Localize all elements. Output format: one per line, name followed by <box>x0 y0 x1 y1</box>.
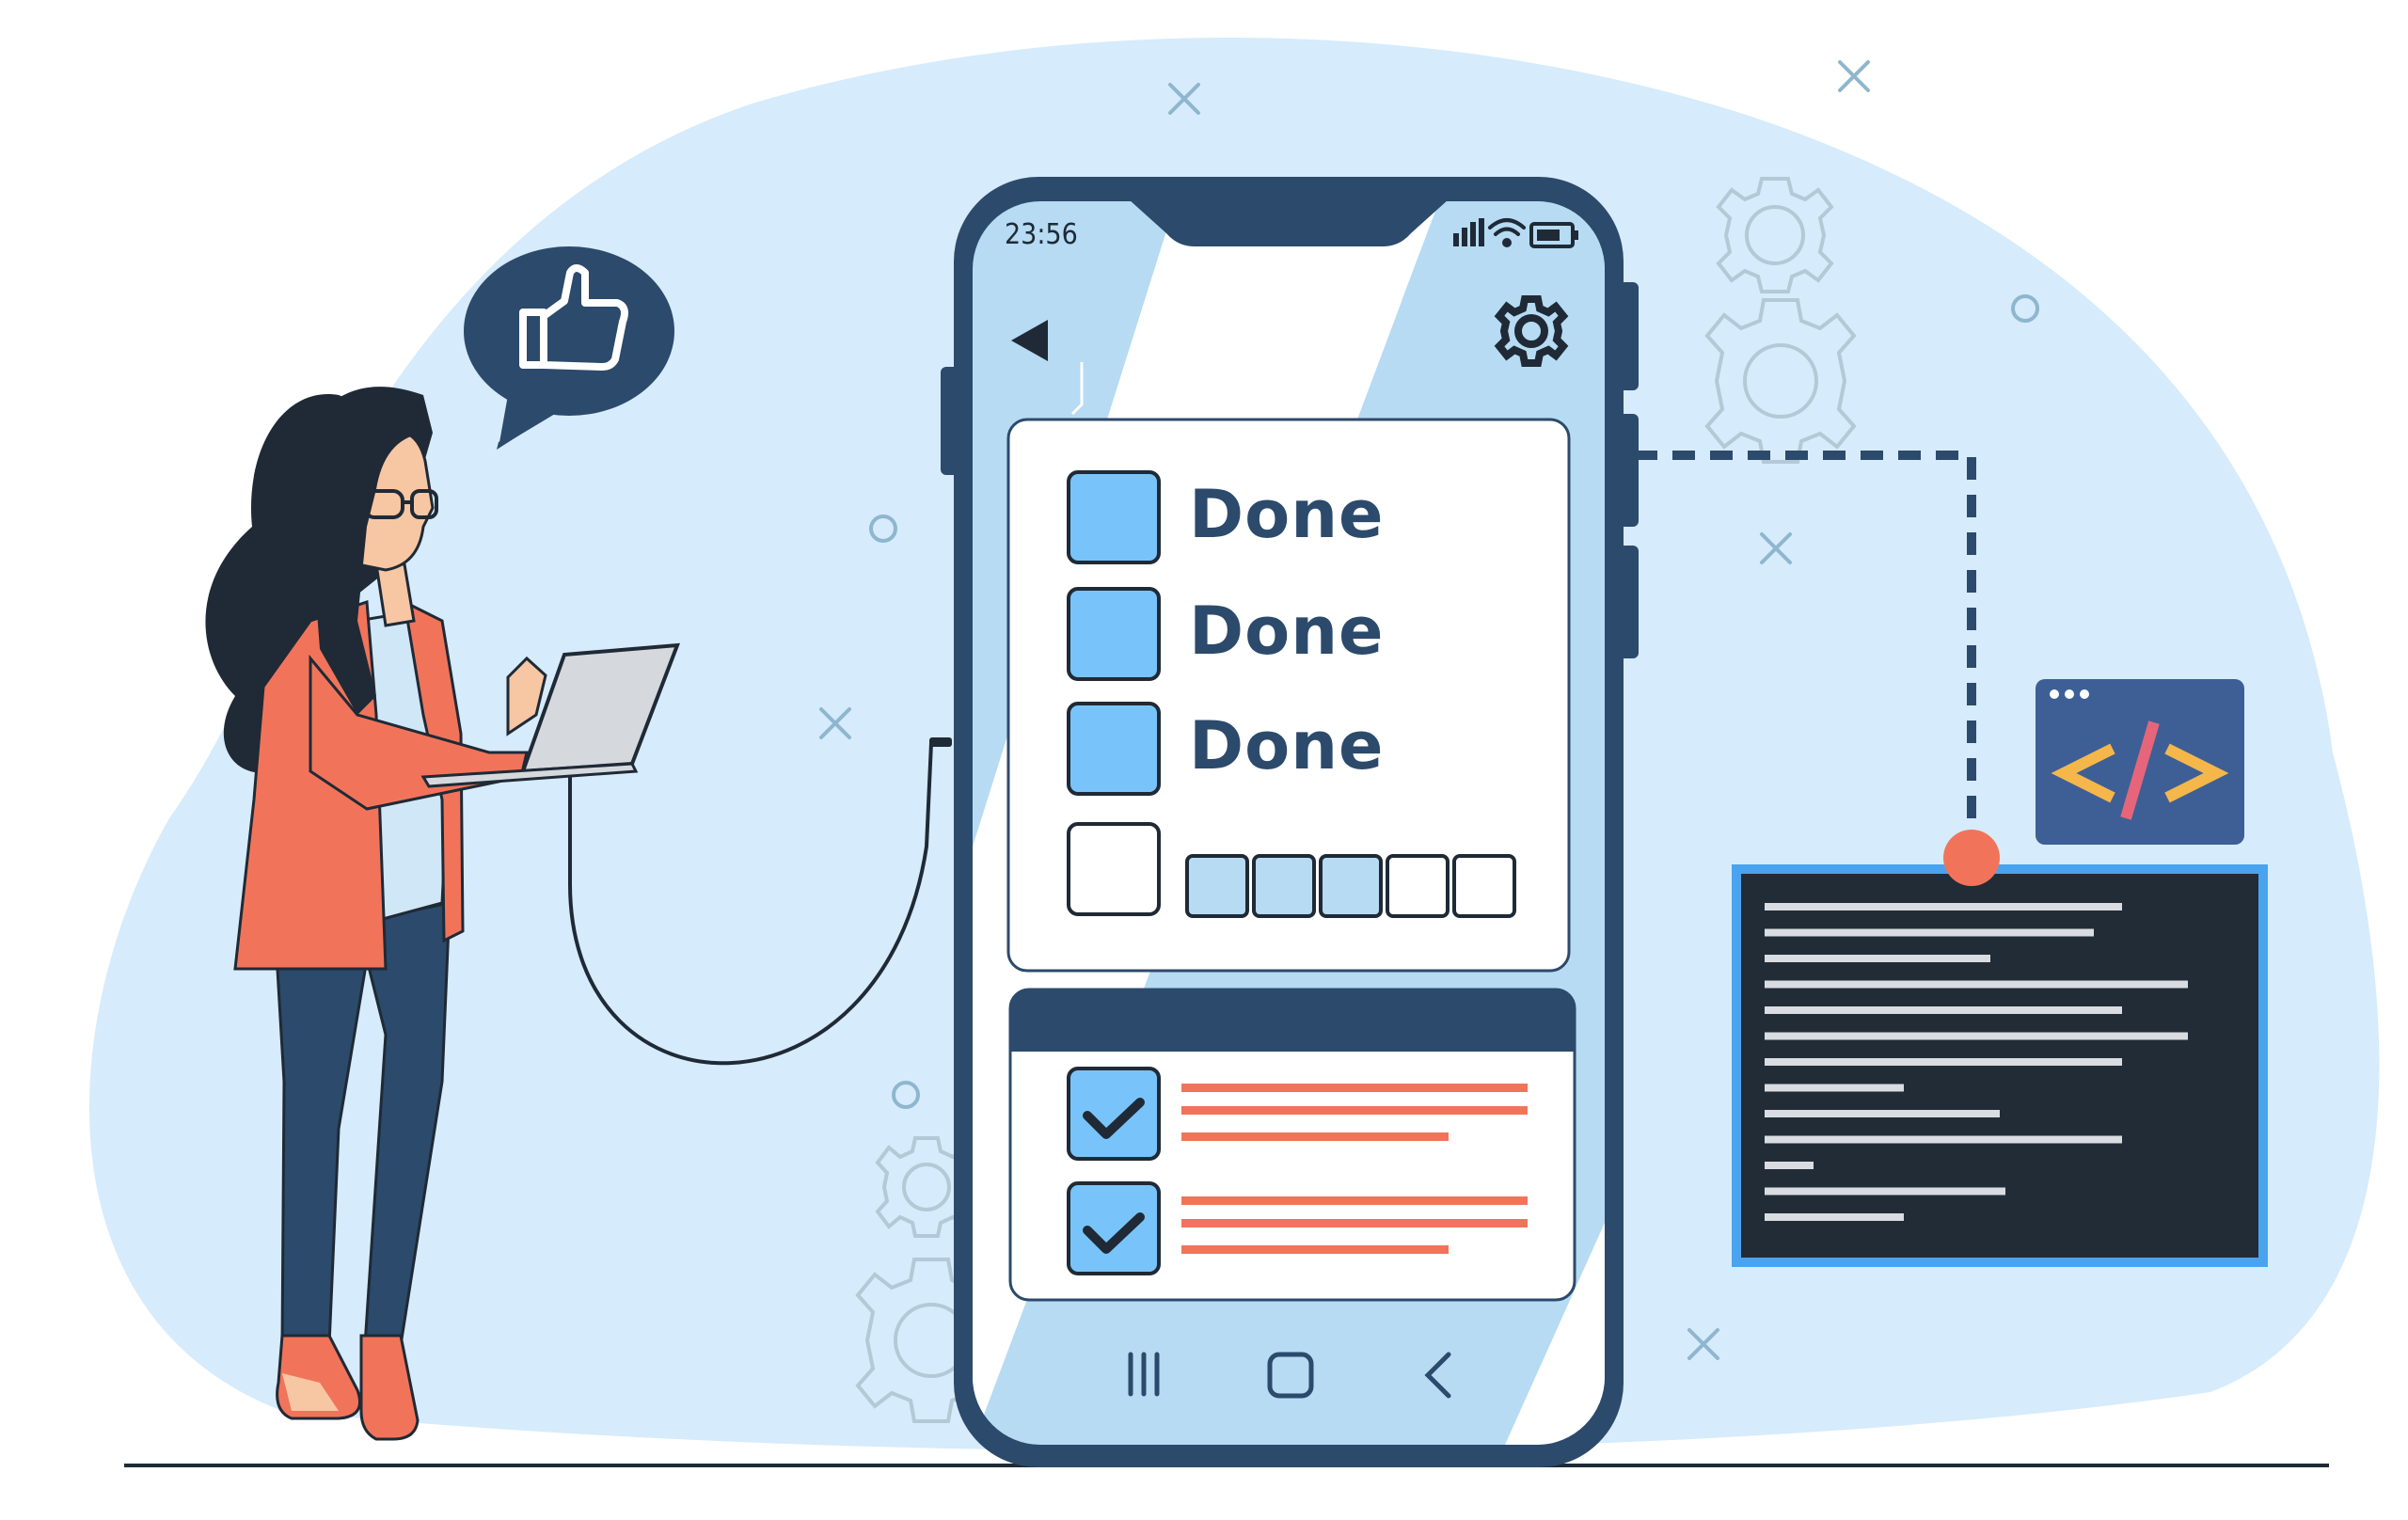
code-line <box>1765 1162 1814 1169</box>
code-line <box>1765 1084 1904 1092</box>
completed-card <box>1008 988 1576 1302</box>
terminal-window <box>1732 864 2268 1267</box>
code-tag-icon <box>2036 679 2244 845</box>
status-time: 23:56 <box>1005 218 1078 251</box>
code-line <box>1765 1058 2122 1066</box>
code-line <box>1765 980 2188 989</box>
task-label-1: Done <box>1189 476 1385 553</box>
connector-node <box>1943 830 2000 886</box>
code-line <box>1765 903 2122 910</box>
code-line <box>1765 1187 2005 1195</box>
code-line <box>1765 1135 2122 1144</box>
code-line <box>1765 1110 2000 1117</box>
cable-plug <box>929 737 952 747</box>
code-line <box>1765 955 1990 962</box>
task-label-2: Done <box>1189 593 1385 670</box>
task-label-3: Done <box>1189 707 1385 784</box>
code-line <box>1765 1032 2188 1040</box>
code-line <box>1765 1006 2122 1014</box>
code-line <box>1765 928 2094 937</box>
illustration: 23:56 Done Done Done <box>0 0 2408 1516</box>
task-progress-bar <box>1185 854 1516 918</box>
code-line <box>1765 1213 1904 1221</box>
